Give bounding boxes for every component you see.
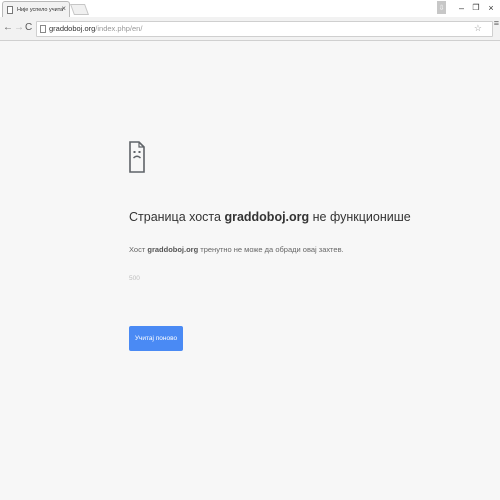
tab-strip: Није успело учитавање × ⇩ – ❐ ×: [0, 0, 500, 17]
desc-prefix: Хост: [129, 245, 148, 254]
url-text[interactable]: graddoboj.org/index.php/en/: [49, 24, 142, 34]
menu-icon[interactable]: ≡: [494, 18, 499, 28]
desc-suffix: тренутно не може да обради овај захтев.: [198, 245, 344, 254]
restore-button[interactable]: ❐: [470, 1, 482, 14]
reload-icon[interactable]: C: [25, 22, 32, 34]
sad-page-icon: [129, 141, 145, 173]
address-bar[interactable]: graddoboj.org/index.php/en/ ☆: [36, 21, 493, 37]
window-close-button[interactable]: ×: [484, 1, 498, 14]
bookmark-star-icon[interactable]: ☆: [474, 23, 482, 34]
toolbar: ← → C graddoboj.org/index.php/en/ ☆ ≡: [0, 17, 500, 41]
error-code: 500: [129, 275, 140, 282]
url-path: /index.php/en/: [95, 24, 143, 33]
error-page: Страница хоста graddoboj.org не функцион…: [0, 41, 500, 500]
heading-suffix: не функционише: [309, 210, 411, 224]
url-host: graddoboj.org: [49, 24, 96, 33]
desc-host: graddoboj.org: [147, 245, 199, 254]
tab-close-icon[interactable]: ×: [61, 5, 66, 13]
heading-host: graddoboj.org: [224, 210, 310, 224]
page-icon: [7, 5, 13, 14]
minimize-button[interactable]: –: [455, 1, 468, 14]
forward-button[interactable]: →: [14, 22, 24, 34]
error-heading: Страница хоста graddoboj.org не функцион…: [129, 210, 411, 224]
page-icon: [40, 25, 46, 33]
error-description: Хост graddoboj.org тренутно не може да о…: [129, 245, 344, 254]
new-tab-button[interactable]: [69, 4, 90, 15]
tab-title: Није успело учитавање: [17, 6, 63, 13]
back-button[interactable]: ←: [3, 22, 13, 34]
reload-page-button[interactable]: Учитај поново: [129, 326, 183, 351]
profile-icon[interactable]: ⇩: [437, 1, 446, 14]
heading-prefix: Страница хоста: [129, 210, 225, 224]
tab-active[interactable]: Није успело учитавање ×: [2, 1, 70, 17]
